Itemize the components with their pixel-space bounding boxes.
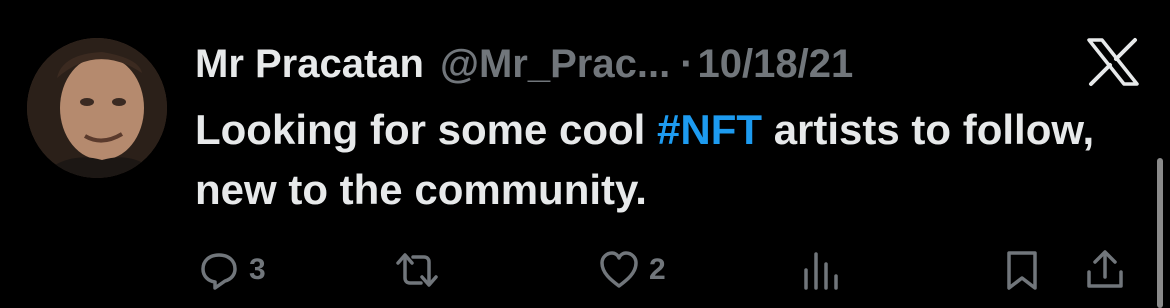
like-button[interactable]: 2: [597, 246, 666, 294]
avatar-photo: [27, 38, 167, 178]
hashtag-link[interactable]: #NFT: [657, 106, 762, 153]
tweet-header: Mr Pracatan @Mr_Prac... · 10/18/21: [195, 36, 853, 92]
tweet-card[interactable]: Mr Pracatan @Mr_Prac... · 10/18/21 Looki…: [0, 0, 1170, 308]
reply-button[interactable]: 3: [197, 246, 266, 294]
scrollbar[interactable]: [1157, 158, 1163, 308]
tweet-actions: 3 2: [0, 240, 1170, 300]
tweet-text: Looking for some cool #NFT artists to fo…: [195, 100, 1125, 220]
views-icon: [804, 252, 838, 290]
bookmark-icon: [1007, 251, 1037, 290]
x-logo-icon[interactable]: [1085, 37, 1141, 87]
like-icon: [600, 251, 638, 288]
author-handle[interactable]: @Mr_Prac...: [440, 42, 670, 87]
reply-icon: [201, 253, 237, 290]
bookmark-button[interactable]: [1000, 246, 1044, 294]
tweet-date[interactable]: 10/18/21: [698, 42, 854, 87]
views-button[interactable]: [798, 246, 842, 294]
repost-icon: [396, 253, 438, 287]
reply-count: 3: [249, 253, 266, 286]
like-count: 2: [649, 253, 666, 286]
user-avatar[interactable]: [27, 38, 167, 178]
repost-button[interactable]: [395, 246, 439, 294]
author-display-name[interactable]: Mr Pracatan: [195, 42, 424, 87]
share-icon: [1087, 250, 1123, 288]
separator-dot: ·: [680, 41, 694, 86]
share-button[interactable]: [1083, 246, 1127, 294]
tweet-text-part1: Looking for some cool: [195, 106, 658, 153]
